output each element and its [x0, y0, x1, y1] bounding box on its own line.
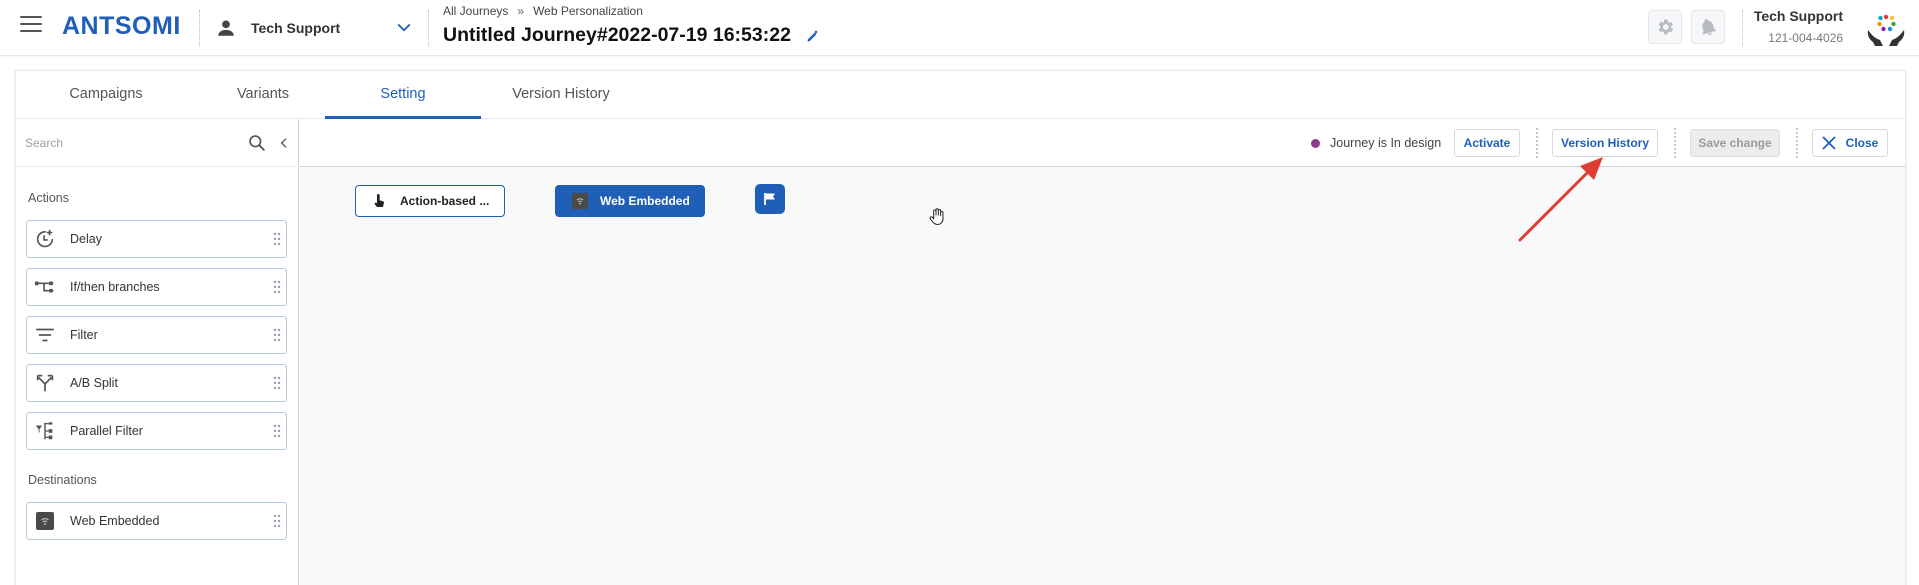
palette-item-label: A/B Split — [70, 376, 118, 390]
tab-setting[interactable]: Setting — [325, 71, 481, 119]
toolbar-divider — [1796, 128, 1798, 158]
hand-cursor-icon — [929, 208, 944, 226]
palette-item-delay[interactable]: Delay — [26, 220, 287, 258]
journey-canvas[interactable]: Journey is In design Activate Version Hi… — [300, 119, 1905, 585]
drag-handle-icon[interactable] — [273, 232, 281, 246]
flag-icon — [764, 193, 775, 205]
tab-campaigns[interactable]: Campaigns — [26, 71, 186, 119]
breadcrumb-all-journeys[interactable]: All Journeys — [443, 4, 508, 18]
flow-end-node[interactable] — [755, 184, 785, 214]
tab-version-history[interactable]: Version History — [481, 71, 641, 119]
user-name: Tech Support — [1753, 8, 1843, 24]
parallel-filter-icon — [33, 419, 57, 443]
toolbar-divider — [1674, 128, 1676, 158]
person-icon — [218, 20, 234, 36]
palette-item-label: Filter — [70, 328, 98, 342]
gear-icon — [1658, 19, 1673, 35]
palette-item-label: Parallel Filter — [70, 424, 143, 438]
journey-title-row: Untitled Journey#2022-07-19 16:53:22 — [443, 24, 821, 47]
search-icon[interactable] — [247, 133, 267, 153]
palette-item-label: Web Embedded — [70, 514, 160, 528]
flow-node-label: Web Embedded — [600, 194, 690, 208]
header-divider — [428, 10, 429, 46]
tab-bar: Campaigns Variants Setting Version Histo… — [16, 71, 1905, 119]
palette-item-parallel-filter[interactable]: Parallel Filter — [26, 412, 287, 450]
palette-item-label: Delay — [70, 232, 102, 246]
actions-section-label: Actions — [28, 191, 69, 205]
close-button[interactable]: Close — [1812, 129, 1888, 157]
notifications-button[interactable] — [1691, 10, 1725, 44]
search-bar — [16, 119, 299, 167]
search-input[interactable] — [25, 133, 225, 153]
chevron-down-icon — [397, 24, 411, 32]
drag-handle-icon[interactable] — [273, 514, 281, 528]
top-header: ANTSOMI Tech Support All Journeys » Web Pe… — [0, 0, 1919, 56]
flow-node-label: Action-based ... — [400, 194, 490, 208]
node-palette-sidebar: Actions Delay If/then branches Filter A/… — [16, 119, 299, 585]
drag-handle-icon[interactable] — [273, 280, 281, 294]
breadcrumb: All Journeys » Web Personalization — [443, 4, 643, 18]
journey-status: Journey is In design — [1311, 136, 1441, 150]
portal-selector[interactable]: Tech Support — [215, 14, 413, 42]
palette-item-filter[interactable]: Filter — [26, 316, 287, 354]
status-dot — [1311, 138, 1320, 148]
canvas-toolbar: Journey is In design Activate Version Hi… — [300, 119, 1905, 167]
drag-handle-icon[interactable] — [273, 376, 281, 390]
user-id: 121-004-4026 — [1768, 31, 1843, 45]
filter-icon — [33, 323, 57, 347]
pencil-edit-icon[interactable] — [805, 28, 821, 44]
web-embedded-icon — [571, 192, 589, 210]
drag-handle-icon[interactable] — [273, 424, 281, 438]
palette-item-label: If/then branches — [70, 280, 160, 294]
header-divider — [199, 10, 200, 46]
menu-icon[interactable] — [20, 16, 42, 34]
touch-icon — [374, 194, 384, 207]
antsomi-logo[interactable]: ANTSOMI — [62, 12, 181, 41]
tab-variants[interactable]: Variants — [186, 71, 340, 119]
status-text: Journey is In design — [1330, 136, 1442, 150]
drag-handle-icon[interactable] — [273, 328, 281, 342]
web-embedded-icon — [33, 509, 57, 533]
branches-icon — [33, 275, 57, 299]
palette-item-ab-split[interactable]: A/B Split — [26, 364, 287, 402]
settings-button[interactable] — [1648, 10, 1682, 44]
delay-clock-icon — [33, 227, 57, 251]
palette-item-if-then-branches[interactable]: If/then branches — [26, 268, 287, 306]
page-title: Untitled Journey#2022-07-19 16:53:22 — [443, 24, 791, 46]
journey-editor-card: Campaigns Variants Setting Version Histo… — [15, 70, 1906, 585]
avatar-hands-icon — [1867, 14, 1905, 46]
annotation-arrow — [1518, 157, 1603, 242]
palette-item-web-embedded[interactable]: Web Embedded — [26, 502, 287, 540]
avatar[interactable] — [1863, 4, 1909, 50]
flow-node-trigger[interactable]: Action-based ... — [355, 185, 505, 217]
bell-icon — [1702, 18, 1717, 36]
destinations-section-label: Destinations — [28, 473, 97, 487]
portal-name: Tech Support — [251, 20, 341, 36]
breadcrumb-separator: » — [517, 4, 525, 18]
close-icon — [1822, 136, 1836, 150]
chevron-left-icon[interactable] — [277, 135, 291, 151]
breadcrumb-web-personalization[interactable]: Web Personalization — [533, 4, 643, 18]
flow-node-web-embedded[interactable]: Web Embedded — [555, 185, 705, 217]
close-button-label: Close — [1845, 136, 1879, 150]
save-change-button[interactable]: Save change — [1690, 129, 1780, 157]
header-divider — [1742, 10, 1743, 46]
ab-split-icon — [33, 371, 57, 395]
